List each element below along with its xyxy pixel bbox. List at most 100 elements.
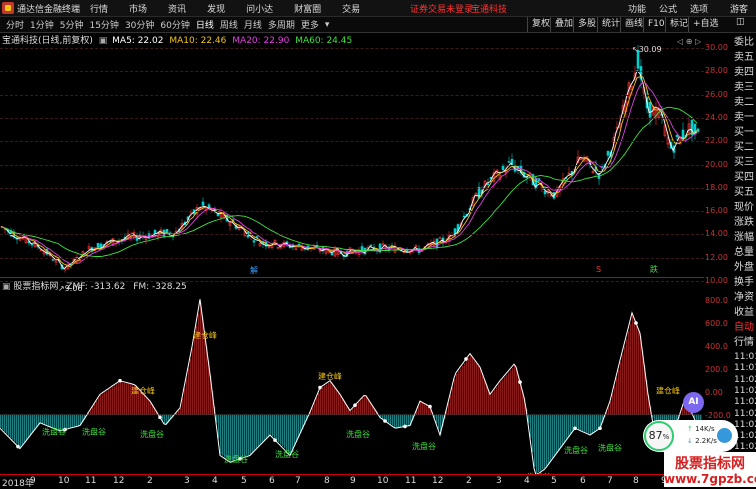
period-more[interactable]: 更多 xyxy=(301,18,319,31)
side-item-ask2[interactable]: 卖二 xyxy=(734,95,756,110)
s-marker: S xyxy=(596,265,601,274)
side-item-bid4[interactable]: 买四 xyxy=(734,170,756,185)
tool-multi-stock[interactable]: 多股 xyxy=(573,17,600,32)
valley-label: 洗盘谷 xyxy=(564,445,588,455)
menu-options[interactable]: 选项 xyxy=(690,2,708,15)
indicator-bar xyxy=(352,409,353,415)
candle-body xyxy=(607,151,609,155)
side-item-weibi[interactable]: 委比 xyxy=(734,35,756,50)
period-monthly[interactable]: 月线 xyxy=(244,18,262,31)
period-weekly[interactable]: 周线 xyxy=(220,18,238,31)
period-5min[interactable]: 5分钟 xyxy=(60,18,84,31)
menu-formula[interactable]: 公式 xyxy=(659,2,677,15)
indicator-bar xyxy=(230,415,231,461)
menu-function[interactable]: 功能 xyxy=(628,2,646,15)
indicator-bar xyxy=(454,379,455,415)
stock-name-indicator[interactable]: 宝通科技 xyxy=(471,2,507,15)
side-item-pct[interactable]: 涨幅 xyxy=(734,230,756,245)
indicator-bar xyxy=(296,415,297,442)
indicator-bar xyxy=(12,415,13,440)
indicator-bar xyxy=(74,415,75,427)
indicator-bar xyxy=(624,347,625,415)
candle-body xyxy=(166,229,168,232)
side-item-ask1[interactable]: 卖一 xyxy=(734,110,756,125)
indicator-bar xyxy=(26,415,27,440)
tick-time: 11:02 xyxy=(734,420,756,430)
side-item-bid1[interactable]: 买一 xyxy=(734,125,756,140)
indicator-bar xyxy=(254,415,255,451)
tool-add-watchlist[interactable]: +自选 xyxy=(688,17,723,32)
side-item-earnings[interactable]: 收益 xyxy=(734,305,756,320)
menu-trade[interactable]: 交易 xyxy=(342,2,360,15)
network-widget[interactable]: 87% ↑ 14K/s ↓ 2.2K/s xyxy=(643,420,738,452)
side-item-market[interactable]: 行情 xyxy=(734,335,756,350)
indicator-bar xyxy=(544,415,545,468)
tick-time: 11:01 xyxy=(734,352,756,362)
side-item-ask3[interactable]: 卖三 xyxy=(734,80,756,95)
indicator-bar xyxy=(612,394,613,415)
side-item-outer[interactable]: 外盘 xyxy=(734,260,756,275)
indicator-bar xyxy=(66,415,67,429)
side-item-turnover[interactable]: 换手 xyxy=(734,275,756,290)
indicator-bar xyxy=(638,331,639,415)
menu-quotes[interactable]: 行情 xyxy=(90,2,108,15)
valley-label: 洗盘谷 xyxy=(82,426,106,436)
tick-time: 11:02 xyxy=(734,409,756,419)
period-15min[interactable]: 15分钟 xyxy=(89,18,118,31)
window-controls-icon[interactable]: ◫ xyxy=(736,17,745,27)
indicator-chart[interactable]: 建仓峰建仓峰建仓峰建仓峰洗盘谷洗盘谷洗盘谷洗盘谷洗盘谷洗盘谷洗盘谷洗盘谷洗盘谷洗… xyxy=(0,290,704,474)
side-item-auto[interactable]: 自动 xyxy=(734,320,756,335)
indicator-bar xyxy=(250,415,251,455)
menu-ask[interactable]: 问小达 xyxy=(246,2,273,15)
menu-user[interactable]: 游客 xyxy=(730,2,748,15)
menu-discover[interactable]: 发现 xyxy=(207,2,225,15)
indicator-bar xyxy=(128,384,129,415)
date-tick-label: 7 xyxy=(295,476,301,486)
period-tick[interactable]: 分时 xyxy=(6,18,24,31)
period-1min[interactable]: 1分钟 xyxy=(30,18,54,31)
indicator-bar xyxy=(568,415,569,437)
indicator-bar xyxy=(234,415,235,460)
side-item-bid5[interactable]: 买五 xyxy=(734,185,756,200)
candle-body xyxy=(253,241,255,243)
indicator-bar xyxy=(492,392,493,414)
side-item-change[interactable]: 涨跌 xyxy=(734,215,756,230)
indicator-bar xyxy=(426,405,427,415)
chevron-down-icon[interactable]: ▾ xyxy=(325,20,330,30)
menu-wealth[interactable]: 财富圈 xyxy=(294,2,321,15)
indicator-bar xyxy=(112,387,113,415)
indicator-bar xyxy=(78,415,79,426)
watermark: 股票指标网 www.7gpzb.com xyxy=(664,452,756,487)
indicator-bar xyxy=(548,415,549,464)
side-item-volume[interactable]: 总量 xyxy=(734,245,756,260)
indicator-bar xyxy=(142,393,143,415)
indicator-bar xyxy=(10,415,11,438)
indicator-bar xyxy=(394,415,395,427)
side-item-bid3[interactable]: 买三 xyxy=(734,155,756,170)
menu-news[interactable]: 资讯 xyxy=(168,2,186,15)
period-multi[interactable]: 多周期 xyxy=(268,18,295,31)
indicator-bar xyxy=(102,394,103,415)
candlestick-chart[interactable] xyxy=(0,45,704,277)
menu-market[interactable]: 市场 xyxy=(129,2,147,15)
period-60min[interactable]: 60分钟 xyxy=(160,18,189,31)
side-item-ask4[interactable]: 卖四 xyxy=(734,65,756,80)
indicator-bar xyxy=(126,383,127,414)
period-daily[interactable]: 日线 xyxy=(196,18,214,31)
indicator-bar xyxy=(44,415,45,424)
side-item-netasset[interactable]: 净资 xyxy=(734,290,756,305)
period-30min[interactable]: 30分钟 xyxy=(125,18,154,31)
indicator-tick-label: -200.0 xyxy=(705,411,733,420)
side-item-price[interactable]: 现价 xyxy=(734,200,756,215)
indicator-bar xyxy=(312,407,313,414)
ai-assistant-button[interactable]: AI xyxy=(683,392,704,413)
signal-dot xyxy=(634,321,638,325)
trade-login-warning[interactable]: 证券交易未登录 xyxy=(410,2,473,15)
indicator-bar xyxy=(14,415,15,442)
side-item-ask5[interactable]: 卖五 xyxy=(734,50,756,65)
indicator-bar xyxy=(16,415,17,444)
widget-icon[interactable] xyxy=(717,428,732,443)
date-tick-label: 6 xyxy=(269,476,275,486)
side-item-bid2[interactable]: 买二 xyxy=(734,140,756,155)
indicator-bar xyxy=(192,349,193,415)
